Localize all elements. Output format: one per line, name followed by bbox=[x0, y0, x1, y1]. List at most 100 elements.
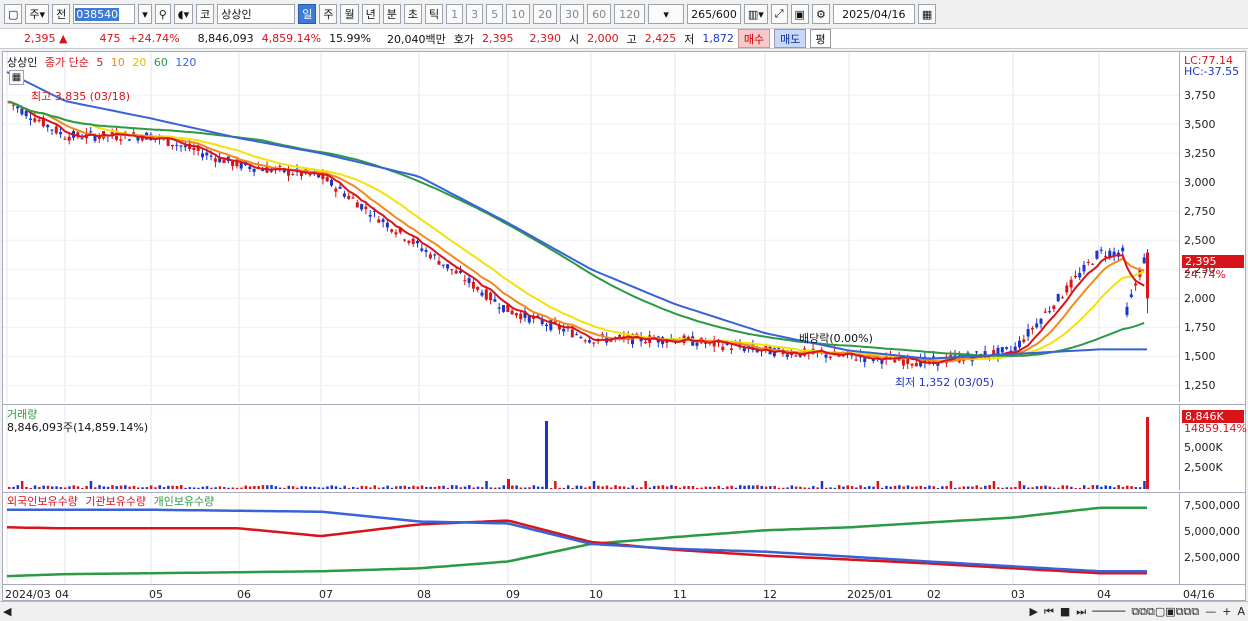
zoom-in-icon[interactable]: + bbox=[1219, 605, 1234, 618]
volume-bar bbox=[81, 487, 84, 489]
zoom-out-icon[interactable]: — bbox=[1202, 605, 1219, 618]
candle-body bbox=[170, 144, 174, 147]
scroll-left-icon[interactable]: ◀ bbox=[0, 605, 14, 618]
candle-body bbox=[471, 282, 475, 289]
calendar-icon[interactable]: ▦ bbox=[917, 4, 937, 24]
legend-institution: 기관보유수량 bbox=[85, 495, 147, 508]
period-second[interactable]: 초 bbox=[403, 4, 422, 24]
volume-bar bbox=[825, 487, 828, 489]
period-week[interactable]: 주 bbox=[319, 4, 338, 24]
volume-bar bbox=[549, 487, 553, 489]
candle-body bbox=[248, 166, 252, 169]
volume-bar bbox=[760, 485, 763, 489]
volume-bar bbox=[98, 485, 101, 489]
period-day[interactable]: 일 bbox=[298, 4, 317, 24]
period-tick[interactable]: 틱 bbox=[424, 4, 444, 24]
volume-bar bbox=[915, 486, 918, 489]
stop-icon[interactable]: ■ bbox=[1057, 605, 1073, 618]
candle-body bbox=[480, 292, 484, 296]
price-pane: 상상인 종가 단순 5 10 20 60 120 ▦ 최고 3,835 (03/… bbox=[3, 52, 1179, 402]
interval-10[interactable]: 10 bbox=[506, 4, 531, 24]
candle-body bbox=[347, 195, 351, 199]
draw-tool-icon[interactable]: ⤢ bbox=[770, 4, 788, 24]
candle-body bbox=[403, 239, 407, 241]
layout-icon[interactable]: ▢ bbox=[4, 4, 23, 24]
volume-bar bbox=[192, 487, 196, 489]
period-year[interactable]: 년 bbox=[361, 4, 380, 24]
period-minute[interactable]: 분 bbox=[382, 4, 401, 24]
candle-body bbox=[252, 168, 256, 172]
market-code-icon[interactable]: 코 bbox=[196, 4, 215, 24]
interval-1[interactable]: 1 bbox=[446, 4, 464, 24]
volume-bar bbox=[438, 485, 441, 489]
candle-body bbox=[1082, 264, 1086, 272]
sound-icon[interactable]: ◖▾ bbox=[173, 4, 194, 24]
period-month[interactable]: 월 bbox=[340, 4, 359, 24]
volume-bar bbox=[485, 481, 488, 489]
candle-body bbox=[119, 139, 123, 141]
candle-body bbox=[299, 172, 303, 177]
interval-5[interactable]: 5 bbox=[486, 4, 504, 24]
date-input[interactable]: 2025/04/16 bbox=[832, 4, 915, 24]
volume-bar bbox=[954, 487, 957, 489]
candle-body bbox=[89, 131, 93, 133]
volume-bar bbox=[790, 485, 794, 489]
zoom-slider[interactable]: ───── bbox=[1089, 605, 1128, 618]
x-tick-label: 2025/01 bbox=[847, 588, 893, 601]
volume-bar bbox=[1074, 487, 1077, 489]
stock-name-field[interactable]: 상상인 bbox=[217, 4, 296, 24]
save-icon[interactable]: ▣ bbox=[790, 4, 809, 24]
candle-body bbox=[1078, 272, 1082, 278]
volume-bar bbox=[274, 486, 278, 489]
candle-body bbox=[16, 106, 20, 109]
candle-body bbox=[510, 310, 514, 315]
chart-menu-icon[interactable]: ▦ bbox=[9, 70, 24, 85]
interval-60[interactable]: 60 bbox=[587, 4, 612, 24]
code-dropdown-icon[interactable]: ▾ bbox=[138, 4, 152, 24]
scroll-start-icon[interactable]: ⏮ bbox=[1041, 605, 1057, 619]
stock-chart[interactable]: 상상인 종가 단순 5 10 20 60 120 ▦ 최고 3,835 (03/… bbox=[2, 51, 1247, 601]
candle-body bbox=[721, 346, 725, 351]
font-size-icon[interactable]: A bbox=[1234, 605, 1248, 618]
volume-bar bbox=[721, 487, 725, 489]
interval-20[interactable]: 20 bbox=[533, 4, 558, 24]
volume-bar bbox=[124, 485, 127, 489]
candle-body bbox=[502, 305, 505, 312]
gear-icon[interactable]: ⚙ bbox=[811, 4, 830, 24]
tool-icons[interactable]: ⧉⧉⧉▢▣⧉⧉⧉ bbox=[1128, 605, 1202, 619]
candle-body bbox=[46, 124, 50, 128]
volume-bar bbox=[38, 487, 41, 489]
volume-bar bbox=[820, 481, 824, 489]
volume-bar bbox=[833, 487, 837, 489]
volume-bar bbox=[42, 485, 45, 489]
interval-120[interactable]: 120 bbox=[614, 4, 646, 24]
sell-button[interactable]: 매도 bbox=[774, 29, 807, 48]
market-select[interactable]: 주 ▾ bbox=[25, 4, 50, 24]
volume-bar bbox=[429, 486, 432, 489]
volume-bar bbox=[240, 487, 243, 489]
volume-bar bbox=[803, 487, 806, 489]
chart-type-icon[interactable]: ▥▾ bbox=[743, 4, 768, 24]
compare-button[interactable]: 전 bbox=[52, 4, 71, 24]
interval-30[interactable]: 30 bbox=[560, 4, 585, 24]
volume-bar bbox=[984, 485, 987, 489]
scroll-right-icon[interactable]: ▶ bbox=[1027, 605, 1041, 618]
candle-body bbox=[519, 313, 523, 320]
volume-bar bbox=[562, 487, 566, 489]
count-input[interactable]: 265/600 bbox=[687, 4, 741, 24]
volume-bar bbox=[1005, 487, 1009, 489]
volume-bar bbox=[89, 481, 93, 489]
interval-dropdown-icon[interactable]: ▾ bbox=[648, 4, 685, 24]
interval-3[interactable]: 3 bbox=[466, 4, 484, 24]
volume-bar bbox=[416, 486, 419, 489]
volume-bar bbox=[253, 486, 256, 489]
buy-button[interactable]: 매수 bbox=[737, 29, 771, 48]
x-tick-label: 2024/03 bbox=[5, 588, 51, 601]
stock-code-input[interactable]: 038540 bbox=[73, 4, 136, 24]
candle-body bbox=[476, 286, 480, 290]
chart-scrollbar[interactable]: ◀ ▶ ⏮ ■ ⏭ ───── ⧉⧉⧉▢▣⧉⧉⧉ — + A bbox=[0, 601, 1248, 621]
search-icon[interactable]: ⚲ bbox=[154, 4, 171, 24]
x-axis: 2024/03 04 05 06 07 08 09 10 11 12 2025/01 02 03 04 04… bbox=[3, 584, 1245, 601]
scroll-end-icon[interactable]: ⏭ bbox=[1073, 605, 1089, 619]
eval-button[interactable]: 평 bbox=[810, 29, 831, 48]
